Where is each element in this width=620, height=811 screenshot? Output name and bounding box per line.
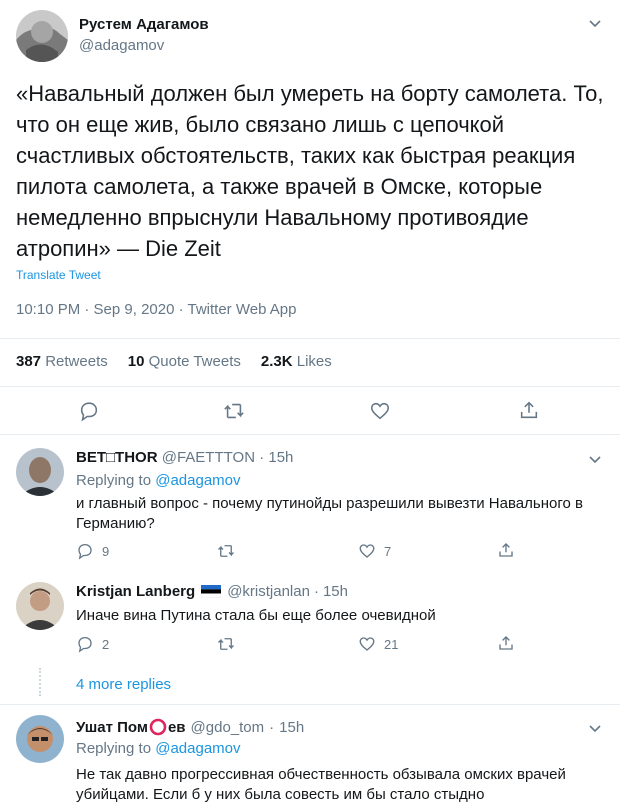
reply-header: BET□THOR @FAETTTON · 15h	[76, 449, 293, 466]
retweet-button[interactable]	[216, 635, 244, 653]
reply-header: Kristjan Lanberg @kristjanlan · 15h	[76, 583, 348, 600]
replying-to-prefix: Replying to	[76, 472, 152, 489]
share-icon	[499, 636, 513, 650]
retweets-label: Retweets	[45, 353, 108, 370]
likes-stat[interactable]: 2.3K Likes	[261, 353, 332, 370]
divider	[0, 704, 620, 705]
author-name[interactable]: Рустем Адагамов	[79, 16, 209, 33]
reply-count: 9	[102, 543, 110, 559]
reply-author-name[interactable]: Kristjan Lanberg	[76, 583, 195, 600]
replying-to-handle[interactable]: @adagamov	[155, 472, 240, 489]
retweets-count: 387	[16, 353, 42, 370]
like-icon[interactable]	[369, 400, 391, 422]
reply-count: 2	[102, 636, 110, 652]
reply-avatar[interactable]	[16, 715, 64, 763]
reply-author-name[interactable]: Ушат Пом	[76, 719, 148, 736]
thread-dots	[39, 668, 41, 696]
reply-author-name-suffix[interactable]: ев	[168, 719, 186, 736]
tweet-text: «Навальный должен был умереть на борту с…	[16, 81, 604, 261]
reply-icon	[78, 636, 92, 653]
more-replies-link[interactable]: 4 more replies	[76, 676, 171, 693]
chevron-down-icon[interactable]	[588, 721, 602, 735]
reply-button[interactable]: 9	[76, 542, 109, 560]
reply-time[interactable]: 15h	[268, 449, 293, 466]
retweet-icon[interactable]	[222, 400, 246, 422]
replying-to-handle[interactable]: @adagamov	[155, 740, 240, 757]
share-button[interactable]	[497, 541, 515, 559]
reply-author-handle[interactable]: @kristjanlan	[227, 583, 310, 600]
reply-text: Иначе вина Путина стала бы еще более оче…	[76, 607, 436, 624]
divider	[0, 434, 620, 435]
like-icon	[359, 637, 375, 651]
like-icon	[359, 544, 375, 558]
like-button[interactable]: 21	[358, 635, 398, 653]
quotes-label: Quote Tweets	[148, 353, 241, 370]
divider	[0, 386, 620, 387]
reply-author-name[interactable]: BET□THOR	[76, 449, 158, 466]
red-circle-icon	[149, 718, 167, 736]
chevron-down-icon[interactable]	[588, 16, 602, 30]
estonia-flag-icon	[201, 585, 222, 598]
likes-count: 2.3K	[260, 353, 293, 370]
retweets-stat[interactable]: 387 Retweets	[16, 353, 108, 370]
replying-to-prefix: Replying to	[76, 740, 152, 757]
likes-label: Likes	[296, 353, 332, 370]
separator-dot: ·	[269, 718, 275, 736]
reply-text: Не так давно прогрессивная обчественност…	[76, 766, 566, 803]
reply-time[interactable]: 15h	[279, 719, 304, 736]
reply-time[interactable]: 15h	[323, 583, 348, 600]
reply-text: и главный вопрос - почему путинойды разр…	[76, 495, 583, 532]
divider	[0, 338, 620, 339]
author-avatar[interactable]	[16, 10, 68, 62]
quotes-stat[interactable]: 10 Quote Tweets	[128, 353, 241, 370]
reply-author-handle[interactable]: @FAETTTON	[162, 449, 255, 466]
reply-icon[interactable]	[78, 400, 100, 422]
reply-avatar[interactable]	[16, 582, 64, 630]
retweet-icon	[218, 638, 234, 650]
chevron-down-icon[interactable]	[588, 452, 602, 466]
tweet-stats: 387 Retweets 10 Quote Tweets 2.3K Likes	[16, 353, 332, 370]
retweet-icon	[218, 545, 234, 557]
like-button[interactable]: 7	[358, 542, 391, 560]
quotes-count: 10	[127, 353, 145, 370]
separator-dot: ·	[259, 449, 265, 466]
like-count: 7	[384, 543, 392, 559]
reply-header: Ушат Пом ев @gdo_tom · 15h	[76, 718, 304, 736]
reply-icon	[78, 543, 92, 560]
reply-button[interactable]: 2	[76, 635, 109, 653]
translate-tweet-link[interactable]: Translate Tweet	[16, 268, 101, 282]
like-count: 21	[384, 636, 399, 652]
share-icon[interactable]	[518, 399, 540, 421]
tweet-meta: 10:10 PM · Sep 9, 2020 · Twitter Web App	[16, 301, 297, 318]
reply-avatar[interactable]	[16, 448, 64, 496]
retweet-button[interactable]	[216, 542, 244, 560]
replying-to: Replying to @adagamov	[76, 740, 241, 757]
separator-dot: ·	[313, 583, 319, 600]
share-icon	[499, 543, 513, 557]
share-button[interactable]	[497, 634, 515, 652]
author-handle[interactable]: @adagamov	[79, 37, 164, 54]
reply-author-handle[interactable]: @gdo_tom	[191, 719, 265, 736]
replying-to: Replying to @adagamov	[76, 472, 241, 489]
